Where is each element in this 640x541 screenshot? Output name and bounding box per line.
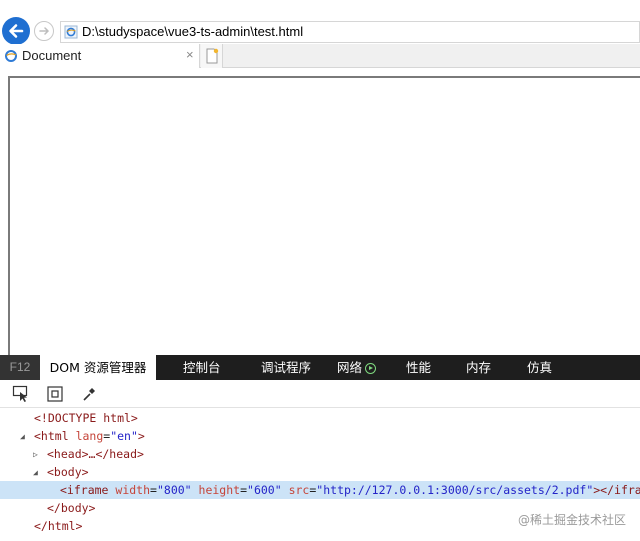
watermark: @稀土掘金技术社区 (518, 513, 627, 527)
tab-strip: Document × (0, 44, 640, 68)
select-element-icon[interactable] (12, 385, 30, 403)
address-bar[interactable]: D:\studyspace\vue3-ts-admin\test.html (60, 21, 640, 43)
arrow-right-icon (39, 27, 50, 35)
tab-network[interactable]: 网络 (337, 355, 377, 380)
new-tab-button[interactable] (201, 44, 223, 68)
dom-node-head[interactable]: ▷ <head>…</head> (0, 445, 640, 463)
iframe-width-value: "800" (156, 483, 192, 497)
collapsed-triangle-icon[interactable]: ▷ (33, 446, 38, 464)
ie-page-icon (64, 25, 78, 39)
iframe-text: <iframe width="800" height="600" src="ht… (60, 481, 640, 499)
tab-network-label: 网络 (337, 360, 363, 375)
html-attr-value: "en" (110, 429, 138, 443)
eq-sign: = (240, 483, 248, 497)
new-tab-icon (206, 48, 219, 64)
dom-node-iframe[interactable]: <iframe width="800" height="600" src="ht… (0, 481, 640, 499)
iframe-tag-name: <iframe (60, 483, 109, 497)
iframe-attr-src: src (288, 483, 310, 497)
html-open-tag: <html lang="en"> (34, 427, 145, 445)
html-close-text: </html> (34, 519, 83, 533)
dom-node-html[interactable]: ◢ <html lang="en"> (0, 427, 640, 445)
back-button[interactable] (2, 17, 30, 45)
html-tag-name: <html (34, 429, 69, 443)
tab-title: Document (22, 48, 82, 63)
embedded-iframe[interactable] (8, 76, 640, 361)
tab-memory[interactable]: 内存 (466, 355, 491, 380)
address-text: D:\studyspace\vue3-ts-admin\test.html (82, 24, 304, 39)
page-viewport (0, 68, 640, 361)
forward-button[interactable] (34, 21, 54, 41)
doctype-text: <!DOCTYPE html> (34, 411, 138, 425)
tab-console[interactable]: 控制台 (183, 355, 221, 380)
iframe-height-value: "600" (247, 483, 282, 497)
head-text: <head>…</head> (47, 447, 144, 461)
iframe-attr-width: width (115, 483, 151, 497)
browser-toolbar: D:\studyspace\vue3-ts-admin\test.html (0, 0, 640, 45)
tab-emulation[interactable]: 仿真 (527, 355, 552, 380)
dom-node-body[interactable]: ◢ <body> (0, 463, 640, 481)
html-tag-close: > (137, 429, 145, 443)
tab-document[interactable]: Document × (0, 44, 200, 68)
dom-node-doctype[interactable]: <!DOCTYPE html> (0, 409, 640, 427)
tab-performance[interactable]: 性能 (406, 355, 431, 380)
html-attr-lang: lang (75, 429, 104, 443)
ie-logo-icon (5, 50, 17, 62)
close-tab-icon[interactable]: × (186, 47, 194, 62)
arrow-left-icon (9, 24, 24, 38)
body-open-text: <body> (47, 465, 89, 479)
iframe-src-value: "http://127.0.0.1:3000/src/assets/2.pdf" (316, 483, 594, 497)
iframe-attr-height: height (198, 483, 241, 497)
body-close-text: </body> (47, 501, 96, 515)
tab-debugger[interactable]: 调试程序 (261, 355, 311, 380)
eq-sign: = (150, 483, 157, 497)
tab-dom-explorer[interactable]: DOM 资源管理器 (40, 355, 156, 380)
highlight-box-icon[interactable] (46, 385, 64, 403)
iframe-tag-close: ></iframe> (593, 483, 640, 497)
expanded-triangle-icon[interactable]: ◢ (20, 428, 25, 446)
dom-toolbar (0, 380, 640, 408)
f12-label: F12 (0, 355, 40, 380)
expanded-triangle-icon[interactable]: ◢ (33, 464, 38, 482)
eyedropper-icon[interactable] (80, 385, 98, 403)
devtools-tab-bar: F12 DOM 资源管理器 控制台 调试程序 网络 性能 内存 仿真 (0, 355, 640, 380)
record-icon (365, 363, 377, 374)
